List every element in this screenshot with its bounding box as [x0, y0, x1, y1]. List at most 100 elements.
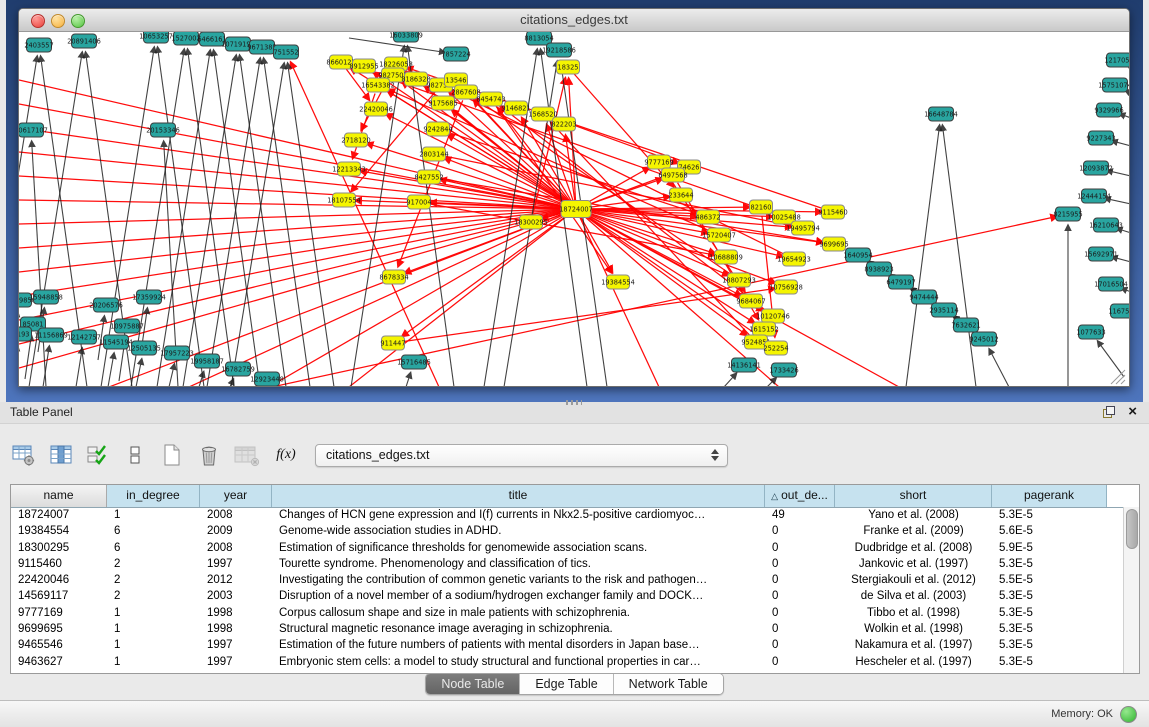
- table-settings-icon[interactable]: [10, 441, 40, 469]
- node-label: 17016504: [1094, 280, 1128, 288]
- node-label: 20891406: [67, 37, 101, 45]
- cell-out_degree: 0: [765, 654, 835, 670]
- float-panel-icon[interactable]: [1103, 406, 1115, 418]
- cytoscape-app: citations_edges.txt 18724007 2403557 20891…: [0, 0, 1149, 727]
- table-row[interactable]: 969969511998Structural magnetic resonanc…: [11, 621, 1124, 637]
- column-header-year[interactable]: year: [200, 485, 272, 507]
- table-row[interactable]: 946554611997Estimation of the future num…: [11, 637, 1124, 653]
- node-label: 18807293: [722, 276, 756, 284]
- cell-in_degree: 6: [107, 523, 200, 539]
- table-tabs: Node TableEdge TableNetwork Table: [0, 673, 1149, 695]
- cell-year: 2008: [200, 540, 272, 556]
- cell-short: Wolkin et al. (1998): [835, 621, 992, 637]
- node-label: 8427552: [414, 173, 443, 181]
- node-label: 10975887: [110, 322, 144, 330]
- node-label: 1527002: [171, 34, 200, 42]
- table-row[interactable]: 1456911722003Disruption of a novel membe…: [11, 588, 1124, 604]
- cell-short: Dudbridge et al. (2008): [835, 540, 992, 556]
- canvas-resize-grip[interactable]: [1111, 370, 1125, 384]
- tab-network-table[interactable]: Network Table: [613, 674, 723, 694]
- cell-title: Tourette syndrome. Phenomenology and cla…: [272, 556, 765, 572]
- node-label: 20153346: [146, 126, 180, 134]
- network-edge: [1098, 341, 1124, 377]
- network-edge: [724, 373, 737, 386]
- column-header-short[interactable]: short: [835, 485, 992, 507]
- node-label: 11156869: [34, 331, 68, 339]
- network-edge: [406, 372, 411, 386]
- network-canvas[interactable]: 18724007 2403557 20891406 106532571527002 64…: [19, 32, 1129, 386]
- delete-icon[interactable]: [195, 441, 225, 469]
- node-label: 18325: [558, 63, 579, 71]
- network-edge: [231, 63, 284, 386]
- table-panel: Table Panel ×: [0, 402, 1149, 700]
- node-label: 9329966: [1094, 106, 1123, 114]
- node-label: 9115460: [818, 208, 847, 216]
- memory-status-indicator[interactable]: [1120, 706, 1137, 723]
- cell-out_degree: 0: [765, 523, 835, 539]
- function-icon[interactable]: f(x): [269, 441, 303, 469]
- node-label: 1615152: [749, 325, 778, 333]
- row-select-icon[interactable]: [84, 441, 114, 469]
- network-window[interactable]: citations_edges.txt 18724007 2403557 20891…: [18, 8, 1130, 387]
- cell-year: 2009: [200, 523, 272, 539]
- splitter-grip[interactable]: [566, 400, 582, 405]
- node-label: 10653257: [139, 32, 173, 40]
- column-header-in_degree[interactable]: in_degree: [107, 485, 200, 507]
- cell-pagerank: 5.3E-5: [992, 605, 1107, 621]
- cell-title: Corpus callosum shape and size in male p…: [272, 605, 765, 621]
- network-desktop: citations_edges.txt 18724007 2403557 20891…: [6, 0, 1143, 402]
- column-header-name[interactable]: name: [11, 485, 107, 507]
- cell-pagerank: 5.3E-5: [992, 637, 1107, 653]
- column-header-out_degree[interactable]: △out_de...: [765, 485, 835, 507]
- node-label: 2403557: [24, 41, 53, 49]
- cell-year: 1998: [200, 621, 272, 637]
- node-label: 486372: [695, 213, 720, 221]
- node-label: 10688809: [709, 253, 743, 261]
- delete-table-icon[interactable]: [232, 441, 262, 469]
- table-row[interactable]: 977716911998Corpus callosum shape and si…: [11, 605, 1124, 621]
- rows-icon[interactable]: [121, 441, 151, 469]
- cell-name: 18300295: [11, 540, 107, 556]
- node-label: 10025488: [767, 213, 801, 221]
- table-toolbar: f(x) citations_edges.txt: [10, 438, 728, 472]
- network-edge: [157, 47, 204, 386]
- node-label: 9699695: [819, 240, 848, 248]
- cell-pagerank: 5.6E-5: [992, 523, 1107, 539]
- node-label: 18724007: [559, 205, 593, 213]
- table-row[interactable]: 1872400712008Changes of HCN gene express…: [11, 507, 1124, 523]
- table-row[interactable]: 1830029562008Estimation of significance …: [11, 540, 1124, 556]
- table-row[interactable]: 911546021997Tourette syndrome. Phenomeno…: [11, 556, 1124, 572]
- cell-short: Yano et al. (2008): [835, 507, 992, 523]
- node-label: 12444154: [1077, 192, 1111, 200]
- table-row[interactable]: 946362711997Embryonic stem cells: a mode…: [11, 654, 1124, 670]
- table-row[interactable]: 2242004622012Investigating the contribut…: [11, 572, 1124, 588]
- table-source-select[interactable]: citations_edges.txt: [315, 444, 728, 467]
- node-label: 9684067: [736, 297, 765, 305]
- column-header-title[interactable]: title: [272, 485, 765, 507]
- node-label: 7632621: [951, 321, 980, 329]
- cell-out_degree: 0: [765, 540, 835, 556]
- column-header-pagerank[interactable]: pagerank: [992, 485, 1107, 507]
- cell-pagerank: 5.3E-5: [992, 654, 1107, 670]
- table-scrollbar-thumb[interactable]: [1126, 509, 1138, 549]
- node-label: 6479197: [886, 278, 915, 286]
- network-edge: [19, 209, 576, 344]
- table-scrollbar[interactable]: [1123, 507, 1139, 673]
- node-label: 19218586: [542, 46, 576, 54]
- close-panel-icon[interactable]: ×: [1128, 403, 1137, 420]
- table-header-row: namein_degreeyeartitle△out_de...shortpag…: [11, 485, 1139, 508]
- node-label: 1217054: [1104, 56, 1129, 64]
- network-window-titlebar[interactable]: citations_edges.txt: [19, 9, 1129, 32]
- node-label: 12142757: [67, 333, 101, 341]
- new-file-icon[interactable]: [158, 441, 188, 469]
- cell-title: Disruption of a novel member of a sodium…: [272, 588, 765, 604]
- column-visibility-icon[interactable]: [47, 441, 77, 469]
- network-window-title: citations_edges.txt: [19, 12, 1129, 27]
- tab-edge-table[interactable]: Edge Table: [519, 674, 612, 694]
- node-label: 15692971: [1084, 250, 1118, 258]
- node-label: 15948858: [29, 293, 63, 301]
- cell-out_degree: 0: [765, 556, 835, 572]
- network-edge: [187, 49, 234, 386]
- table-row[interactable]: 1938455462009Genome-wide association stu…: [11, 523, 1124, 539]
- tab-node-table[interactable]: Node Table: [426, 674, 519, 694]
